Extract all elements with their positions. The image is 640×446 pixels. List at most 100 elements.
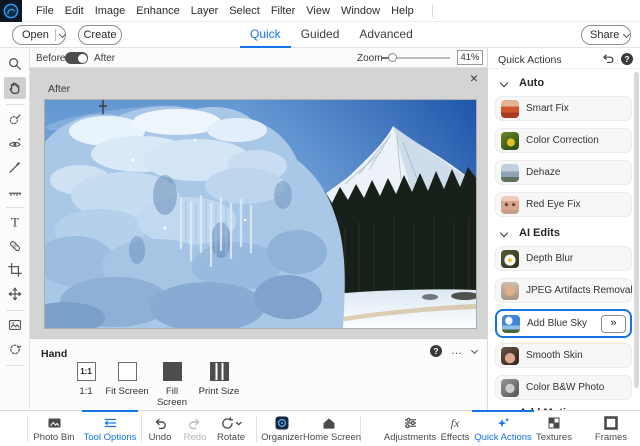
action-jpeg-artifacts-removal[interactable]: JPEG Artifacts Removal xyxy=(495,278,632,303)
tab-advanced[interactable]: Advanced xyxy=(349,22,422,48)
undo-label: Undo xyxy=(142,432,178,443)
type-tool-icon[interactable]: T xyxy=(4,211,26,233)
chevron-down-icon xyxy=(500,229,508,237)
tool-options-button[interactable]: Tool Options xyxy=(80,411,140,446)
section-ai-edits[interactable]: AI Edits xyxy=(488,224,640,244)
menu-image[interactable]: Image xyxy=(95,5,126,17)
section-auto-label: Auto xyxy=(519,77,544,89)
depth-blur-thumbnail xyxy=(501,250,519,268)
fill-screen-icon xyxy=(163,362,182,381)
section-auto[interactable]: Auto xyxy=(488,74,640,94)
quick-actions-title: Quick Actions xyxy=(498,54,562,66)
photo-bin-button[interactable]: Photo Bin xyxy=(28,411,80,446)
hand-tool-icon[interactable] xyxy=(4,77,26,99)
photo-ice-mount-fuji[interactable] xyxy=(45,100,476,328)
print-size-icon xyxy=(210,362,229,381)
red-eye-fix-thumbnail xyxy=(501,196,519,214)
add-blue-sky-thumbnail xyxy=(502,315,520,333)
color-correction-thumbnail xyxy=(501,132,519,150)
undo-icon xyxy=(142,414,178,432)
actual-pixels-label: 1:1 xyxy=(79,386,92,397)
menu-view[interactable]: View xyxy=(306,5,330,17)
red-eye-tool-icon[interactable] xyxy=(4,132,26,154)
help-icon[interactable]: ? xyxy=(430,345,442,357)
textures-button[interactable]: Textures xyxy=(530,411,578,446)
red-eye-fix-label: Red Eye Fix xyxy=(526,199,580,210)
menu-file[interactable]: File xyxy=(36,5,54,17)
reset-icon[interactable] xyxy=(601,52,615,65)
fit-screen-label: Fit Screen xyxy=(105,386,148,397)
menu-layer[interactable]: Layer xyxy=(191,5,219,17)
zoom-tool-icon[interactable] xyxy=(4,53,26,75)
fill-screen-label: Fill Screen xyxy=(157,386,187,408)
zoom-slider[interactable] xyxy=(382,57,450,59)
menu-items: File Edit Image Enhance Layer Select Fil… xyxy=(36,5,414,17)
action-red-eye-fix[interactable]: Red Eye Fix xyxy=(495,192,632,217)
zoom-slider-handle[interactable] xyxy=(388,53,397,62)
redo-button[interactable]: Redo xyxy=(178,411,212,446)
move-tool-icon[interactable] xyxy=(4,283,26,305)
create-button[interactable]: Create xyxy=(78,25,122,45)
more-options-icon[interactable]: … xyxy=(451,347,463,355)
jpeg-artifacts-label: JPEG Artifacts Removal xyxy=(526,285,633,296)
whiten-teeth-tool-icon[interactable] xyxy=(4,156,26,178)
zoom-value-field[interactable]: 41% xyxy=(457,50,483,65)
menu-help[interactable]: Help xyxy=(391,5,414,17)
action-color-bw-photo[interactable]: Color B&W Photo xyxy=(495,375,632,400)
actual-pixels-button[interactable]: 1:1 1:1 xyxy=(64,362,108,397)
action-add-blue-sky[interactable]: Add Blue Sky » xyxy=(495,309,632,338)
rotate-label: Rotate xyxy=(208,432,254,443)
apply-action-button[interactable]: » xyxy=(601,315,626,333)
undo-button[interactable]: Undo xyxy=(142,411,178,446)
jpeg-artifacts-thumbnail xyxy=(501,282,519,300)
recompose-tool-icon[interactable] xyxy=(4,314,26,336)
rotate-tool-icon[interactable] xyxy=(4,338,26,360)
quick-actions-button[interactable]: Quick Actions xyxy=(470,411,536,446)
open-label: Open xyxy=(22,29,49,41)
collapse-chevron-icon[interactable] xyxy=(471,346,478,353)
tab-quick[interactable]: Quick xyxy=(240,22,291,48)
tool-options-icon xyxy=(80,414,140,432)
fit-screen-button[interactable]: Fit Screen xyxy=(105,362,149,397)
tab-guided[interactable]: Guided xyxy=(291,22,350,48)
home-screen-button[interactable]: Home Screen xyxy=(303,411,355,446)
depth-blur-label: Depth Blur xyxy=(526,253,573,264)
action-smart-fix[interactable]: Smart Fix xyxy=(495,96,632,121)
action-dehaze[interactable]: Dehaze xyxy=(495,160,632,185)
spot-healing-tool-icon[interactable] xyxy=(4,235,26,257)
textures-label: Textures xyxy=(530,432,578,443)
view-bar: Before After Zoom 41% xyxy=(30,48,487,68)
rotate-button[interactable]: Rotate xyxy=(208,411,254,446)
help-icon[interactable]: ? xyxy=(621,53,633,65)
before-label: Before xyxy=(36,53,65,64)
menu-enhance[interactable]: Enhance xyxy=(136,5,179,17)
crop-tool-icon[interactable] xyxy=(4,259,26,281)
close-icon[interactable]: × xyxy=(470,71,478,85)
open-button[interactable]: Open xyxy=(12,25,66,45)
action-smooth-skin[interactable]: Smooth Skin xyxy=(495,343,632,368)
frames-button[interactable]: Frames xyxy=(586,411,636,446)
image-canvas[interactable]: After × xyxy=(30,68,487,338)
quick-selection-tool-icon[interactable] xyxy=(4,108,26,130)
menu-bar: File Edit Image Enhance Layer Select Fil… xyxy=(0,0,640,22)
menu-select[interactable]: Select xyxy=(229,5,260,17)
straighten-tool-icon[interactable] xyxy=(4,180,26,202)
organizer-button[interactable]: Organizer xyxy=(258,411,306,446)
quick-actions-panel: Quick Actions ? Auto Smart Fix Color Cor… xyxy=(487,48,640,410)
create-label: Create xyxy=(83,29,116,41)
print-size-button[interactable]: Print Size xyxy=(197,362,241,397)
color-correction-label: Color Correction xyxy=(526,135,599,146)
add-blue-sky-label: Add Blue Sky xyxy=(527,318,587,329)
chevron-down-icon[interactable] xyxy=(59,30,66,37)
menu-window[interactable]: Window xyxy=(341,5,380,17)
panel-scrollbar[interactable] xyxy=(634,72,639,388)
share-button[interactable]: Share xyxy=(581,25,631,45)
action-depth-blur[interactable]: Depth Blur xyxy=(495,246,632,271)
before-after-toggle[interactable] xyxy=(65,52,88,64)
fill-screen-button[interactable]: Fill Screen xyxy=(150,362,194,408)
menu-edit[interactable]: Edit xyxy=(65,5,84,17)
action-color-correction[interactable]: Color Correction xyxy=(495,128,632,153)
smooth-skin-thumbnail xyxy=(501,347,519,365)
adjustments-button[interactable]: Adjustments xyxy=(378,411,442,446)
menu-filter[interactable]: Filter xyxy=(271,5,295,17)
